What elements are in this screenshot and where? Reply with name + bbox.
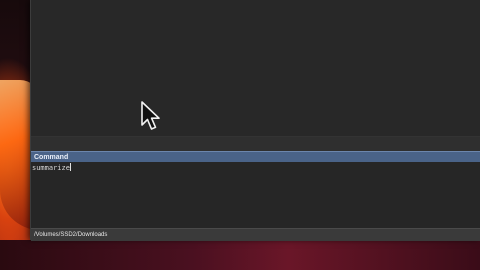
panel-divider[interactable]	[31, 136, 480, 151]
editor-area[interactable]	[31, 0, 480, 136]
current-path: /Volumes/SSD2/Downloads	[34, 232, 108, 238]
wallpaper-wave	[0, 240, 480, 270]
arrow-cursor-icon	[141, 101, 160, 130]
command-input-text: summarize	[32, 164, 70, 172]
text-caret-icon	[69, 163, 71, 171]
app-window: Command summarize /Volumes/SSD2/Download…	[30, 0, 480, 241]
status-bar: /Volumes/SSD2/Downloads	[31, 228, 480, 241]
command-input[interactable]: summarize	[32, 163, 332, 173]
